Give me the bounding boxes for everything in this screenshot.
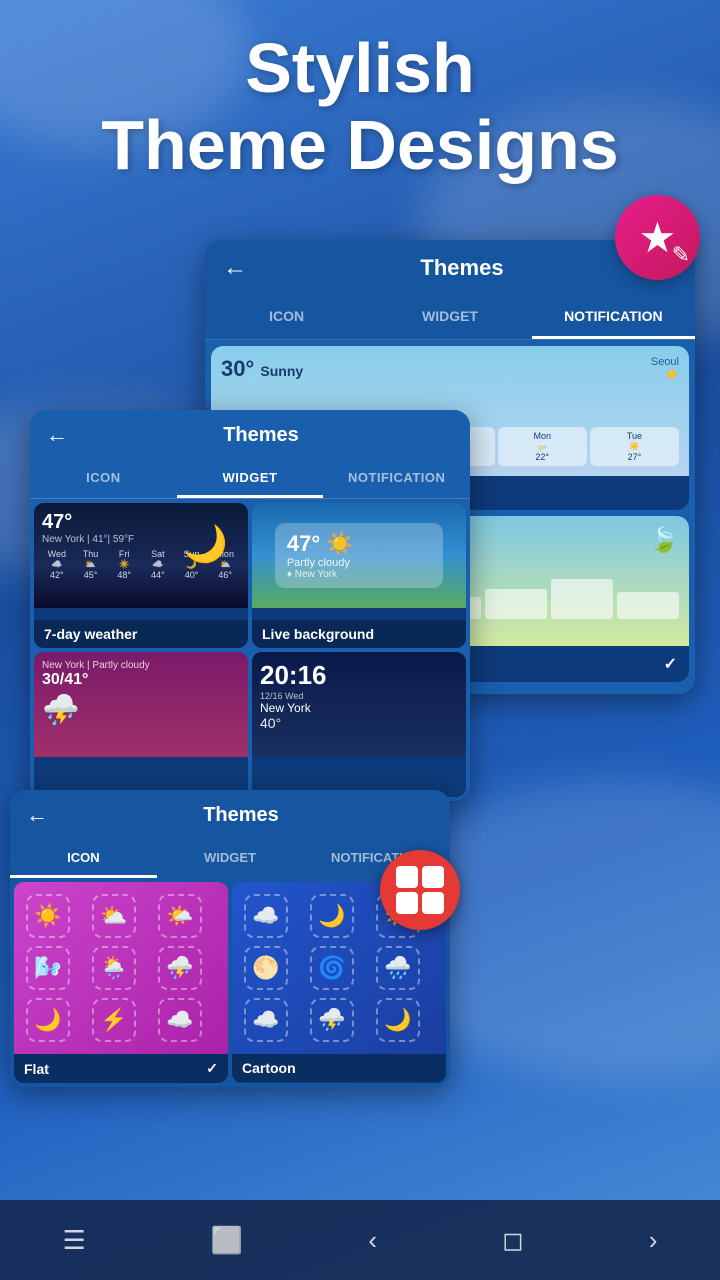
storm-condition: New York | Partly cloudy xyxy=(42,660,240,671)
flat-icon-thunder: ⚡ xyxy=(92,998,136,1042)
nav-menu-icon[interactable]: ☰ xyxy=(63,1225,86,1256)
panel-a-back-button[interactable]: ← xyxy=(46,422,68,448)
panel-themes-icon: ← Themes ICON WIDGET NOTIFICATION ☀️ ⛅ 🌤… xyxy=(10,790,450,1087)
bar-6 xyxy=(551,579,613,619)
flat-check-icon: ✓ xyxy=(206,1060,218,1077)
storm-bg: New York | Partly cloudy 30/41° ⛈️ xyxy=(34,652,248,757)
thumb-night-weather[interactable]: 47° New York | 41°| 59°F 🌙 Wed☁️42° Thu⛅… xyxy=(34,503,248,648)
panel-c-title: Themes xyxy=(48,804,434,827)
clock-bg: 20:16 12/16 Wed New York 40° xyxy=(252,652,466,757)
storm-icon: ⛈️ xyxy=(42,693,240,728)
moon-icon: 🌙 xyxy=(183,523,228,565)
tab-icon-c[interactable]: ICON xyxy=(10,840,157,878)
check-icon: ✓ xyxy=(664,654,677,674)
flat-icon-rain: 🌦️ xyxy=(92,946,136,990)
tab-notification-a[interactable]: NOTIFICATION xyxy=(323,460,470,498)
flat-icon-wind: 🌬️ xyxy=(26,946,70,990)
fab-grid-icon xyxy=(392,862,448,918)
7day-temp: 30° Sunny xyxy=(221,356,303,382)
tab-widget-c[interactable]: WIDGET xyxy=(157,840,304,878)
nw-sat: Sat☁️44° xyxy=(143,549,173,580)
tab-notification-b[interactable]: NOTIFICATION xyxy=(532,296,695,339)
flat-icons-bg: ☀️ ⛅ 🌤️ 🌬️ 🌦️ ⛈️ 🌙 ⚡ ☁️ xyxy=(14,882,228,1054)
panel-a-tabs: ICON WIDGET NOTIFICATION xyxy=(30,460,470,499)
tab-icon-b[interactable]: ICON xyxy=(205,296,368,339)
clock-date: 12/16 Wed xyxy=(260,691,458,701)
nw-wed: Wed☁️42° xyxy=(42,549,72,580)
nav-home-icon[interactable]: ⬜ xyxy=(211,1225,243,1256)
thumb-storm[interactable]: New York | Partly cloudy 30/41° ⛈️ xyxy=(34,652,248,797)
flat-icon-overcast: ☁️ xyxy=(158,998,202,1042)
nav-back-icon[interactable]: ‹ xyxy=(368,1225,377,1256)
icon-set-flat[interactable]: ☀️ ⛅ 🌤️ 🌬️ 🌦️ ⛈️ 🌙 ⚡ ☁️ Flat ✓ xyxy=(14,882,228,1083)
cartoon-icon-night: 🌙 xyxy=(376,998,420,1042)
panel-c-header: ← Themes xyxy=(10,790,450,840)
leaf-icon: 🍃 xyxy=(649,526,679,561)
clock-temperature: 40° xyxy=(260,715,458,731)
tab-widget-b[interactable]: WIDGET xyxy=(368,296,531,339)
bar-5 xyxy=(485,589,547,619)
storm-temp: 30/41° xyxy=(42,671,240,689)
flat-icon-cloud: ⛅ xyxy=(92,894,136,938)
day-tue: Tue☀️27° xyxy=(590,427,679,466)
nw-fri: Fri☀️48° xyxy=(109,549,139,580)
clock-time: 20:16 xyxy=(260,660,458,691)
panel-a-title: Themes xyxy=(68,424,454,447)
nav-recent-icon[interactable]: ◻ xyxy=(502,1225,524,1256)
flat-icon-moon: 🌙 xyxy=(26,998,70,1042)
7day-city: Seoul☀️ xyxy=(651,356,679,381)
thumb-live-bg[interactable]: 47° ☀️ Partly cloudy ♦ New York Live bac… xyxy=(252,503,466,648)
navigation-bar: ☰ ⬜ ‹ ◻ › xyxy=(0,1200,720,1280)
panel-a-grid: 47° New York | 41°| 59°F 🌙 Wed☁️42° Thu⛅… xyxy=(30,499,470,801)
cartoon-label: Cartoon xyxy=(232,1054,446,1082)
panel-a-header: ← Themes xyxy=(30,410,470,460)
fab-grid-button[interactable] xyxy=(380,850,460,930)
cartoon-icon-storm: ⛈️ xyxy=(310,998,354,1042)
flat-icon-sun: ☀️ xyxy=(26,894,70,938)
night-bg: 47° New York | 41°| 59°F 🌙 Wed☁️42° Thu⛅… xyxy=(34,503,248,608)
main-title: Stylish Theme Designs xyxy=(0,30,720,184)
live-label: Live background xyxy=(252,620,466,648)
cartoon-icon-fullmoon: 🌕 xyxy=(244,946,288,990)
live-widget: 47° ☀️ Partly cloudy ♦ New York xyxy=(275,523,443,588)
live-bg: 47° ☀️ Partly cloudy ♦ New York xyxy=(252,503,466,608)
cartoon-icon-overcast: ☁️ xyxy=(244,998,288,1042)
panel-c-back-button[interactable]: ← xyxy=(26,802,48,828)
cartoon-icon-swirl: 🌀 xyxy=(310,946,354,990)
tab-icon-a[interactable]: ICON xyxy=(30,460,177,498)
flat-icon-partly: 🌤️ xyxy=(158,894,202,938)
pencil-icon: ✎ xyxy=(672,242,690,268)
nw-thu: Thu⛅45° xyxy=(76,549,106,580)
flat-label: Flat ✓ xyxy=(14,1054,228,1083)
day-mon: Mon⛈️22° xyxy=(498,427,587,466)
cartoon-icon-rain: 🌧️ xyxy=(376,946,420,990)
panel-themes-widget: ← Themes ICON WIDGET NOTIFICATION 47° Ne… xyxy=(30,410,470,801)
panel-b-back-button[interactable]: ← xyxy=(223,254,247,282)
star-badge[interactable]: ★ ✎ xyxy=(615,195,700,280)
live-location: ♦ New York xyxy=(287,569,431,580)
live-condition: Partly cloudy xyxy=(287,557,431,569)
bar-7 xyxy=(617,592,679,620)
panel-b-tabs: ICON WIDGET NOTIFICATION xyxy=(205,296,695,340)
live-temp: 47° ☀️ xyxy=(287,531,431,557)
nav-extra-icon[interactable]: › xyxy=(649,1225,658,1256)
panel-b-title: Themes xyxy=(247,255,677,281)
flat-icon-storm: ⛈️ xyxy=(158,946,202,990)
night-label: 7-day weather xyxy=(34,620,248,648)
clock-city: New York xyxy=(260,701,458,715)
cartoon-icon-moon: 🌙 xyxy=(310,894,354,938)
thumb-clock[interactable]: 20:16 12/16 Wed New York 40° xyxy=(252,652,466,797)
tab-widget-a[interactable]: WIDGET xyxy=(177,460,324,498)
cartoon-icon-cloud: ☁️ xyxy=(244,894,288,938)
